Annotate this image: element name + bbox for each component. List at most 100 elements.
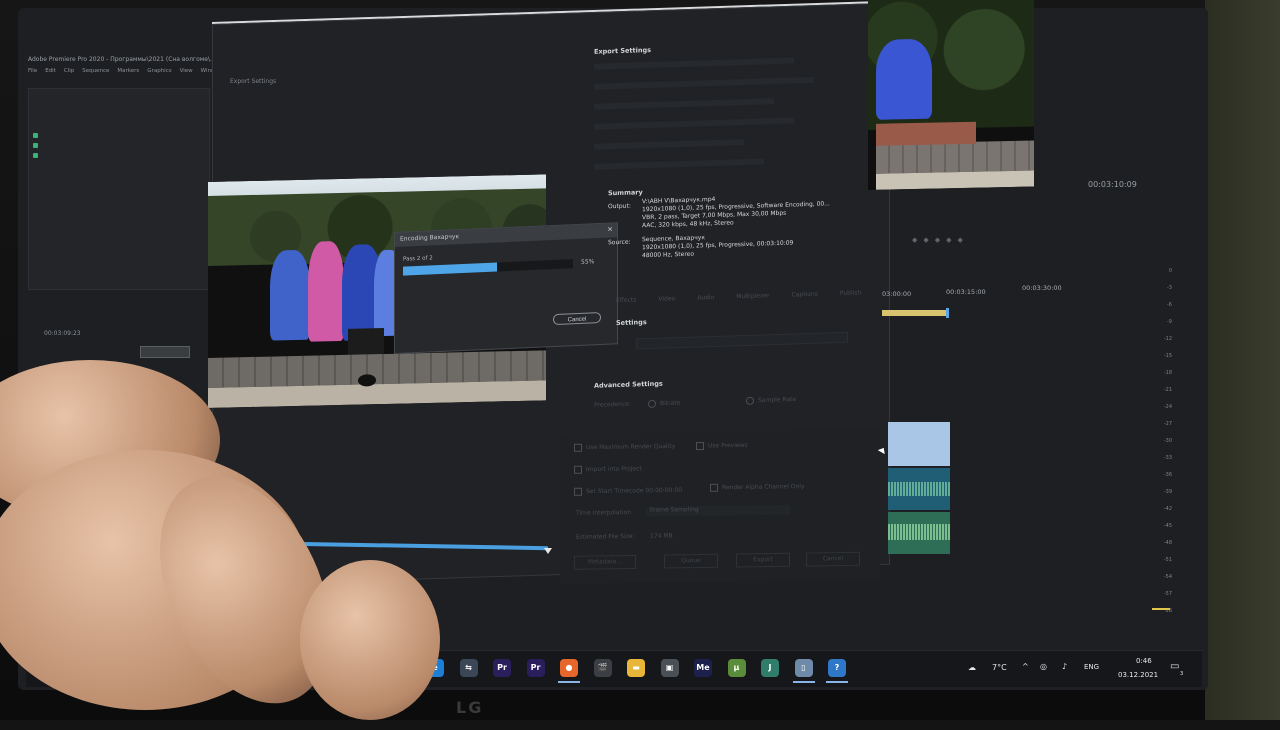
- encoding-progress-track: [403, 259, 573, 276]
- menu-sequence[interactable]: Sequence: [82, 68, 109, 78]
- tab-audio[interactable]: Audio: [697, 294, 714, 302]
- ruler-label: 00:03:30:00: [1022, 284, 1062, 292]
- notification-icon[interactable]: ▭: [1170, 661, 1179, 672]
- checkbox-import-into-project[interactable]: Import into Project: [574, 465, 642, 474]
- encoding-pass-text: Pass 2 of 2: [403, 255, 433, 263]
- language-indicator[interactable]: ENG: [1084, 663, 1099, 671]
- meter-tick-label: -33: [1163, 455, 1172, 461]
- time-interpolation-label: Time Interpolation: [576, 509, 631, 517]
- webcam-icon[interactable]: ◎: [1040, 662, 1047, 671]
- ruler-label: 00:03:15:00: [946, 288, 986, 296]
- media-encoder-icon[interactable]: Me: [694, 659, 712, 677]
- help-icon[interactable]: ?: [828, 659, 846, 677]
- meter-tick-label: -54: [1163, 574, 1172, 580]
- meter-tick-label: -45: [1163, 523, 1172, 529]
- menu-file[interactable]: File: [28, 68, 37, 78]
- photo-icon[interactable]: ▣: [660, 659, 679, 677]
- menu-view[interactable]: View: [180, 68, 193, 78]
- program-stage-wall: [876, 140, 1034, 174]
- tab-multiplexer[interactable]: Multiplexer: [736, 292, 769, 300]
- meter-tick-label: -18: [1163, 370, 1172, 376]
- tab-effects[interactable]: Effects: [616, 296, 636, 304]
- program-monitor-frame: [868, 0, 1034, 190]
- meter-tick-label: -6: [1167, 302, 1172, 308]
- settings-row-dim: [594, 76, 814, 90]
- settings-row-dim: [594, 98, 774, 110]
- menu-graphics[interactable]: Graphics: [147, 68, 171, 78]
- meter-tick-label: -12: [1163, 336, 1172, 342]
- playhead-icon[interactable]: [544, 548, 552, 554]
- meter-tick-label: -48: [1163, 540, 1172, 546]
- chevron-up-icon[interactable]: ^: [1022, 662, 1029, 671]
- checkbox-render-alpha[interactable]: Render Alpha Channel Only: [710, 483, 805, 492]
- active-app-indicator: [792, 681, 815, 683]
- summary-source-label: Source:: [608, 238, 631, 247]
- menu-clip[interactable]: Clip: [64, 68, 74, 78]
- playhead-marker[interactable]: [946, 308, 949, 318]
- export-button[interactable]: Export: [736, 552, 790, 568]
- menu-edit[interactable]: Edit: [45, 68, 56, 78]
- volume-icon[interactable]: ♪: [1062, 662, 1067, 671]
- tab-publish[interactable]: Publish: [840, 289, 861, 297]
- queue-button[interactable]: Queue: [664, 553, 718, 569]
- audio-waveform: [888, 524, 950, 540]
- checkbox-max-render-quality[interactable]: Use Maximum Render Quality: [574, 442, 675, 452]
- monitor-brand-logo: LG: [456, 698, 484, 717]
- weather-temperature[interactable]: 7°C: [992, 663, 1007, 672]
- folder-icon[interactable]: ▬: [627, 659, 645, 677]
- tab-video[interactable]: Video: [658, 295, 675, 303]
- firefox-icon[interactable]: ●: [560, 659, 578, 677]
- settings-row-dim: [594, 117, 794, 130]
- video-clip[interactable]: [888, 422, 950, 466]
- program-transport-controls[interactable]: ◆◆◆◆◆: [912, 236, 1012, 244]
- network-icon[interactable]: ⇆: [459, 659, 478, 677]
- menu-markers[interactable]: Markers: [117, 68, 139, 78]
- j-app-icon[interactable]: J: [761, 659, 779, 677]
- settings-row-dim: [594, 57, 794, 70]
- background-wall: [1205, 0, 1280, 720]
- tab-captions[interactable]: Captions: [792, 291, 818, 299]
- meter-tick-label: -24: [1163, 404, 1172, 410]
- program-timecode: 00:03:10:09: [1088, 180, 1137, 189]
- meter-level-indicator: [1152, 608, 1170, 610]
- file-size-label: Estimated File Size:: [576, 532, 635, 541]
- advanced-settings-header: Advanced Settings: [594, 379, 663, 390]
- precedence-bitrate-radio[interactable]: Bitrate: [648, 399, 680, 409]
- project-item[interactable]: [33, 131, 193, 139]
- premiere-2-icon[interactable]: Pr: [526, 659, 545, 677]
- audio-clip[interactable]: [888, 512, 950, 554]
- metadata-button[interactable]: Metadata...: [574, 554, 636, 570]
- notification-count: 3: [1180, 671, 1184, 677]
- source-timecode: 00:03:09:23: [44, 330, 81, 337]
- active-app-indicator: [558, 681, 580, 683]
- cloud-icon[interactable]: ☁: [968, 663, 976, 672]
- clock-time[interactable]: 0:46: [1136, 657, 1152, 665]
- summary-header: Summary: [608, 188, 643, 198]
- project-item[interactable]: [33, 141, 193, 149]
- work-area-bar[interactable]: [882, 310, 948, 316]
- project-panel[interactable]: [28, 88, 210, 290]
- clapper-icon[interactable]: 🎬: [593, 659, 612, 677]
- utorrent-icon[interactable]: µ: [727, 659, 746, 677]
- precedence-sample-rate-radio[interactable]: Sample Rate: [746, 395, 796, 405]
- clock-date[interactable]: 03.12.2021: [1118, 671, 1158, 679]
- meter-tick-label: -15: [1163, 353, 1172, 359]
- cancel-button[interactable]: Cancel: [806, 551, 860, 567]
- program-ground: [876, 170, 1034, 190]
- audio-clip[interactable]: [888, 468, 950, 510]
- meter-tick-label: -42: [1163, 506, 1172, 512]
- settings-dropdown[interactable]: [636, 331, 848, 350]
- project-item[interactable]: [33, 151, 193, 159]
- settings-label: Settings: [616, 318, 647, 328]
- meter-tick-label: -30: [1163, 438, 1172, 444]
- dancer-figure: [270, 249, 310, 341]
- export-settings-header: Export Settings: [594, 45, 652, 56]
- checkbox-set-start-timecode[interactable]: Set Start Timecode 00:00:00:00: [574, 486, 682, 496]
- checkbox-use-previews[interactable]: Use Previews: [696, 441, 748, 451]
- time-interpolation-select[interactable]: Frame Sampling: [646, 504, 790, 517]
- meter-tick-label: -9: [1167, 319, 1172, 325]
- premiere-icon[interactable]: Pr: [493, 659, 511, 677]
- meter-tick-label: -36: [1163, 472, 1172, 478]
- doc-icon[interactable]: ▯: [794, 659, 813, 677]
- summary-output-label: Output:: [608, 202, 631, 211]
